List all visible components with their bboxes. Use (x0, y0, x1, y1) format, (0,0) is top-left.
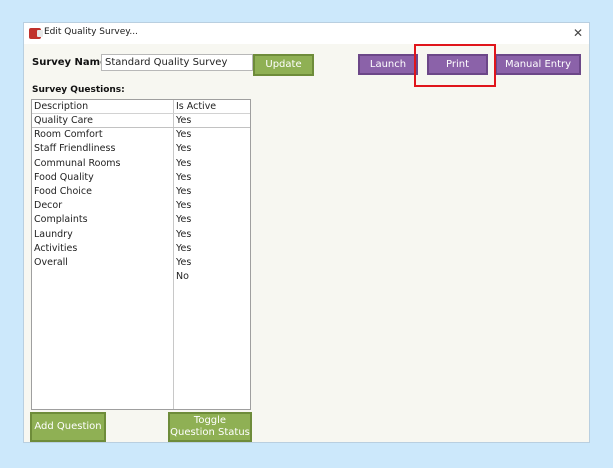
question-is-active: Yes (176, 214, 192, 226)
question-description: Activities (34, 242, 78, 254)
survey-questions-label: Survey Questions: (32, 85, 125, 95)
table-row[interactable]: Room Comfort Yes (32, 128, 250, 142)
survey-name-input[interactable] (101, 54, 253, 71)
question-description: Quality Care (34, 115, 93, 126)
close-icon[interactable]: ✕ (573, 25, 583, 41)
print-highlight-box (414, 44, 496, 87)
question-is-active: Yes (176, 143, 192, 155)
table-row[interactable]: No (32, 270, 250, 284)
table-header: Description Is Active (32, 100, 250, 114)
question-is-active: Yes (176, 257, 192, 268)
survey-questions-table[interactable]: Description Is Active Quality Care Yes Roo… (31, 99, 251, 410)
header-description: Description (34, 101, 89, 112)
question-is-active: Yes (176, 157, 192, 169)
question-is-active: Yes (176, 228, 192, 240)
question-description: Food Choice (34, 186, 92, 197)
survey-name-label: Survey Name: (32, 57, 111, 68)
toggle-question-status-button[interactable]: Toggle Question Status (168, 412, 252, 442)
question-description: Complaints (34, 214, 88, 226)
question-description: Decor (34, 200, 63, 212)
window-title: Edit Quality Survey... (44, 27, 138, 37)
question-description: Communal Rooms (34, 157, 121, 169)
table-row[interactable]: Food Choice Yes (32, 185, 250, 199)
question-description: Overall (34, 257, 68, 268)
table-row[interactable]: Activities Yes (32, 242, 250, 256)
question-is-active: Yes (176, 186, 192, 197)
question-is-active: Yes (176, 171, 192, 183)
question-description: Laundry (34, 228, 73, 240)
table-row[interactable]: Quality Care Yes (32, 114, 250, 128)
question-description: Staff Friendliness (34, 143, 116, 155)
table-row[interactable]: Food Quality Yes (32, 171, 250, 185)
question-is-active: No (176, 271, 189, 283)
table-row[interactable]: Staff Friendliness Yes (32, 142, 250, 156)
table-row[interactable]: Overall Yes (32, 256, 250, 270)
question-is-active: Yes (176, 129, 192, 141)
manual-entry-button[interactable]: Manual Entry (495, 54, 581, 75)
title-bar: Edit Quality Survey... ✕ (24, 23, 589, 44)
question-is-active: Yes (176, 242, 192, 254)
question-description: Room Comfort (34, 129, 103, 141)
question-description: Food Quality (34, 171, 94, 183)
access-app-icon (29, 28, 43, 39)
edit-quality-survey-window: Edit Quality Survey... ✕ Survey Name: Up… (23, 22, 590, 443)
add-question-button[interactable]: Add Question (30, 412, 106, 442)
launch-button[interactable]: Launch (358, 54, 418, 75)
table-row[interactable]: Laundry Yes (32, 228, 250, 242)
header-is-active: Is Active (176, 101, 217, 112)
table-row[interactable]: Decor Yes (32, 199, 250, 213)
question-is-active: Yes (176, 200, 192, 212)
question-is-active: Yes (176, 115, 192, 126)
update-button[interactable]: Update (253, 54, 314, 76)
table-row[interactable]: Complaints Yes (32, 213, 250, 227)
table-row[interactable]: Communal Rooms Yes (32, 157, 250, 171)
